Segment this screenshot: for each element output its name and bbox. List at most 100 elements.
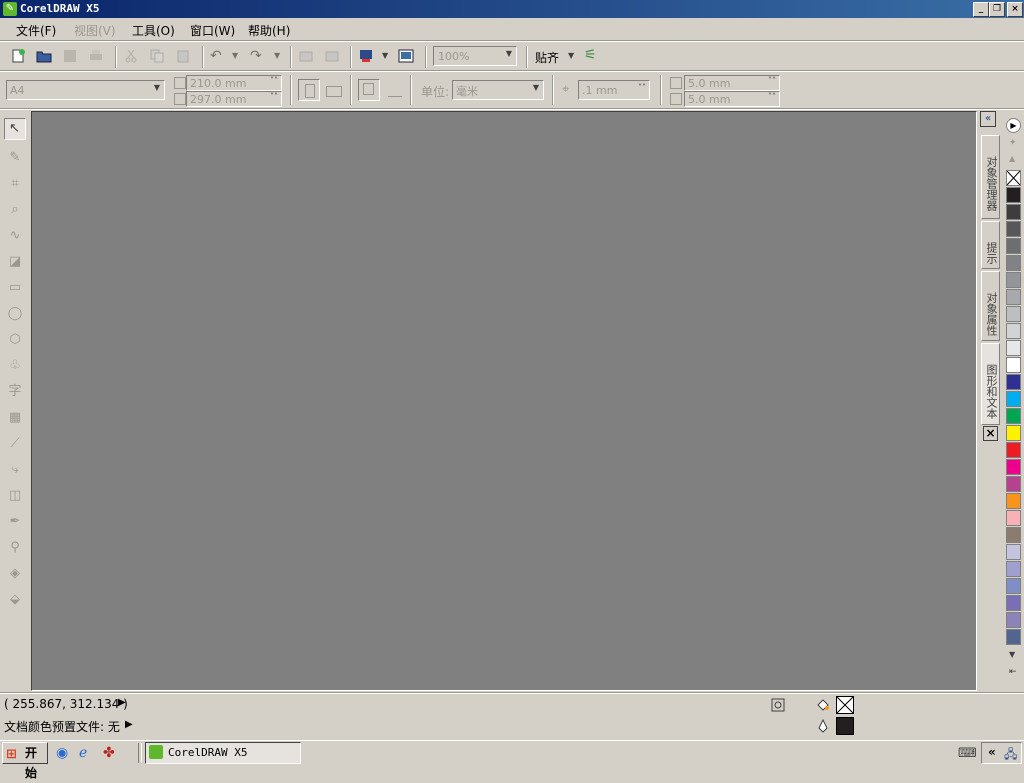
no-color-swatch[interactable]: [1006, 170, 1021, 186]
palette-pin-icon[interactable]: ✦: [1009, 138, 1017, 148]
duplicate-y-spinner-icon[interactable]: ˅˄: [767, 92, 777, 106]
document-color-profile[interactable]: 文档颜色预置文件: 无: [4, 718, 120, 735]
object-info-icon[interactable]: [771, 698, 785, 712]
close-button[interactable]: ×: [1007, 2, 1023, 17]
options-icon[interactable]: ⚟: [584, 47, 597, 63]
keyboard-icon[interactable]: ⌨: [958, 746, 977, 761]
palette-swatch[interactable]: [1006, 374, 1021, 390]
palette-swatch[interactable]: [1006, 391, 1021, 407]
palette-scroll-down-icon[interactable]: ▼: [1009, 650, 1015, 659]
palette-scroll-up-icon[interactable]: ▲: [1009, 154, 1015, 163]
save-icon[interactable]: [62, 48, 78, 64]
redo-icon[interactable]: ↷: [250, 48, 262, 64]
landscape-icon[interactable]: [326, 86, 342, 97]
menu-view[interactable]: 视图(V): [74, 22, 116, 39]
palette-swatch[interactable]: [1006, 510, 1021, 526]
zoom-dropdown-icon[interactable]: ▼: [504, 49, 514, 63]
page-height-field[interactable]: 297.0 mm ˅˄: [186, 91, 282, 107]
palette-swatch[interactable]: [1006, 561, 1021, 577]
blend-tool-icon[interactable]: ◫: [7, 488, 23, 504]
polygon-tool-icon[interactable]: ⬡: [7, 332, 23, 348]
palette-swatch[interactable]: [1006, 459, 1021, 475]
width-spinner-icon[interactable]: ˅˄: [269, 76, 279, 90]
paper-size-dropdown-icon[interactable]: ▼: [152, 83, 162, 97]
height-spinner-icon[interactable]: ˅˄: [269, 92, 279, 106]
palette-expand-icon[interactable]: ⇤: [1009, 667, 1017, 677]
table-tool-icon[interactable]: ▦: [7, 410, 23, 426]
docker-collapse-icon[interactable]: «: [980, 111, 996, 127]
rectangle-tool-icon[interactable]: ▭: [7, 280, 23, 296]
palette-swatch[interactable]: [1006, 204, 1021, 220]
palette-swatch[interactable]: [1006, 306, 1021, 322]
palette-swatch[interactable]: [1006, 493, 1021, 509]
eyedropper-tool-icon[interactable]: ✒: [7, 514, 23, 530]
fill-color-indicator[interactable]: [836, 696, 854, 714]
zoom-tool-icon[interactable]: ⌕: [7, 202, 23, 218]
palette-swatch[interactable]: [1006, 340, 1021, 356]
quick-launch-app-icon[interactable]: ✤: [103, 745, 115, 761]
application-launcher-icon[interactable]: [358, 48, 374, 64]
fill-tool-icon[interactable]: ◈: [7, 566, 23, 582]
undo-icon[interactable]: ↶: [210, 48, 222, 64]
welcome-screen-icon[interactable]: [398, 48, 414, 64]
import-icon[interactable]: [298, 48, 314, 64]
menu-file[interactable]: 文件(F): [16, 22, 56, 39]
outline-tool-icon[interactable]: ⚲: [7, 540, 23, 556]
docker-close-icon[interactable]: ×: [983, 426, 998, 441]
palette-swatch[interactable]: [1006, 323, 1021, 339]
launcher-dropdown-icon[interactable]: ▼: [382, 51, 388, 60]
new-document-icon[interactable]: [10, 48, 26, 64]
page-width-field[interactable]: 210.0 mm ˅˄: [186, 75, 282, 91]
print-icon[interactable]: [88, 48, 104, 64]
network-icon[interactable]: 🖧: [1004, 745, 1017, 766]
palette-swatch[interactable]: [1006, 612, 1021, 628]
current-page-icon[interactable]: [388, 84, 402, 97]
palette-swatch[interactable]: [1006, 442, 1021, 458]
media-player-icon[interactable]: ◉: [56, 745, 68, 761]
taskbar-button-coreldraw[interactable]: CorelDRAW X5: [145, 742, 301, 764]
palette-swatch[interactable]: [1006, 476, 1021, 492]
nudge-spinner-icon[interactable]: ˅˄: [637, 83, 647, 97]
portrait-button[interactable]: [298, 79, 320, 101]
copy-icon[interactable]: [149, 48, 165, 64]
zoom-level-combo[interactable]: 100% ▼: [433, 46, 517, 66]
undo-dropdown-icon[interactable]: ▼: [232, 51, 238, 60]
pick-tool-button[interactable]: ↖: [4, 118, 26, 140]
restore-button[interactable]: ❐: [989, 2, 1005, 17]
smart-fill-tool-icon[interactable]: ◪: [7, 254, 23, 270]
palette-swatch[interactable]: [1006, 595, 1021, 611]
units-combo[interactable]: 毫米 ▼: [452, 80, 544, 100]
palette-swatch[interactable]: [1006, 289, 1021, 305]
minimize-button[interactable]: _: [973, 2, 989, 17]
snap-dropdown-icon[interactable]: ▼: [568, 51, 574, 60]
palette-swatch[interactable]: [1006, 221, 1021, 237]
docker-tab-object-properties[interactable]: 对象属性: [981, 271, 1000, 341]
drawing-canvas[interactable]: [31, 111, 977, 691]
interactive-fill-tool-icon[interactable]: ⬙: [7, 592, 23, 608]
snap-to-menu[interactable]: 贴齐: [535, 49, 559, 66]
duplicate-distance-y-field[interactable]: 5.0 mm ˅˄: [684, 91, 780, 107]
paste-icon[interactable]: [175, 48, 191, 64]
export-icon[interactable]: [324, 48, 340, 64]
docker-tab-hints[interactable]: 提示: [981, 221, 1000, 269]
menu-window[interactable]: 窗口(W): [190, 22, 235, 39]
palette-swatch[interactable]: [1006, 578, 1021, 594]
palette-swatch[interactable]: [1006, 527, 1021, 543]
palette-swatch[interactable]: [1006, 544, 1021, 560]
all-pages-button[interactable]: [358, 79, 380, 101]
coordinates-expand-icon[interactable]: ▶: [118, 697, 126, 708]
nudge-distance-field[interactable]: .1 mm ˅˄: [578, 80, 650, 100]
palette-swatch[interactable]: [1006, 357, 1021, 373]
ellipse-tool-icon[interactable]: ◯: [7, 306, 23, 322]
palette-swatch[interactable]: [1006, 187, 1021, 203]
units-dropdown-icon[interactable]: ▼: [531, 83, 541, 97]
palette-swatch[interactable]: [1006, 408, 1021, 424]
connector-tool-icon[interactable]: ⤷: [7, 462, 23, 478]
internet-explorer-icon[interactable]: ℯ: [79, 745, 87, 761]
palette-swatch[interactable]: [1006, 255, 1021, 271]
redo-dropdown-icon[interactable]: ▼: [274, 51, 280, 60]
docker-tab-object-manager[interactable]: 对象管理器: [981, 135, 1000, 219]
paper-size-combo[interactable]: A4 ▼: [6, 80, 165, 100]
palette-swatch[interactable]: [1006, 272, 1021, 288]
duplicate-distance-x-field[interactable]: 5.0 mm ˅˄: [684, 75, 780, 91]
